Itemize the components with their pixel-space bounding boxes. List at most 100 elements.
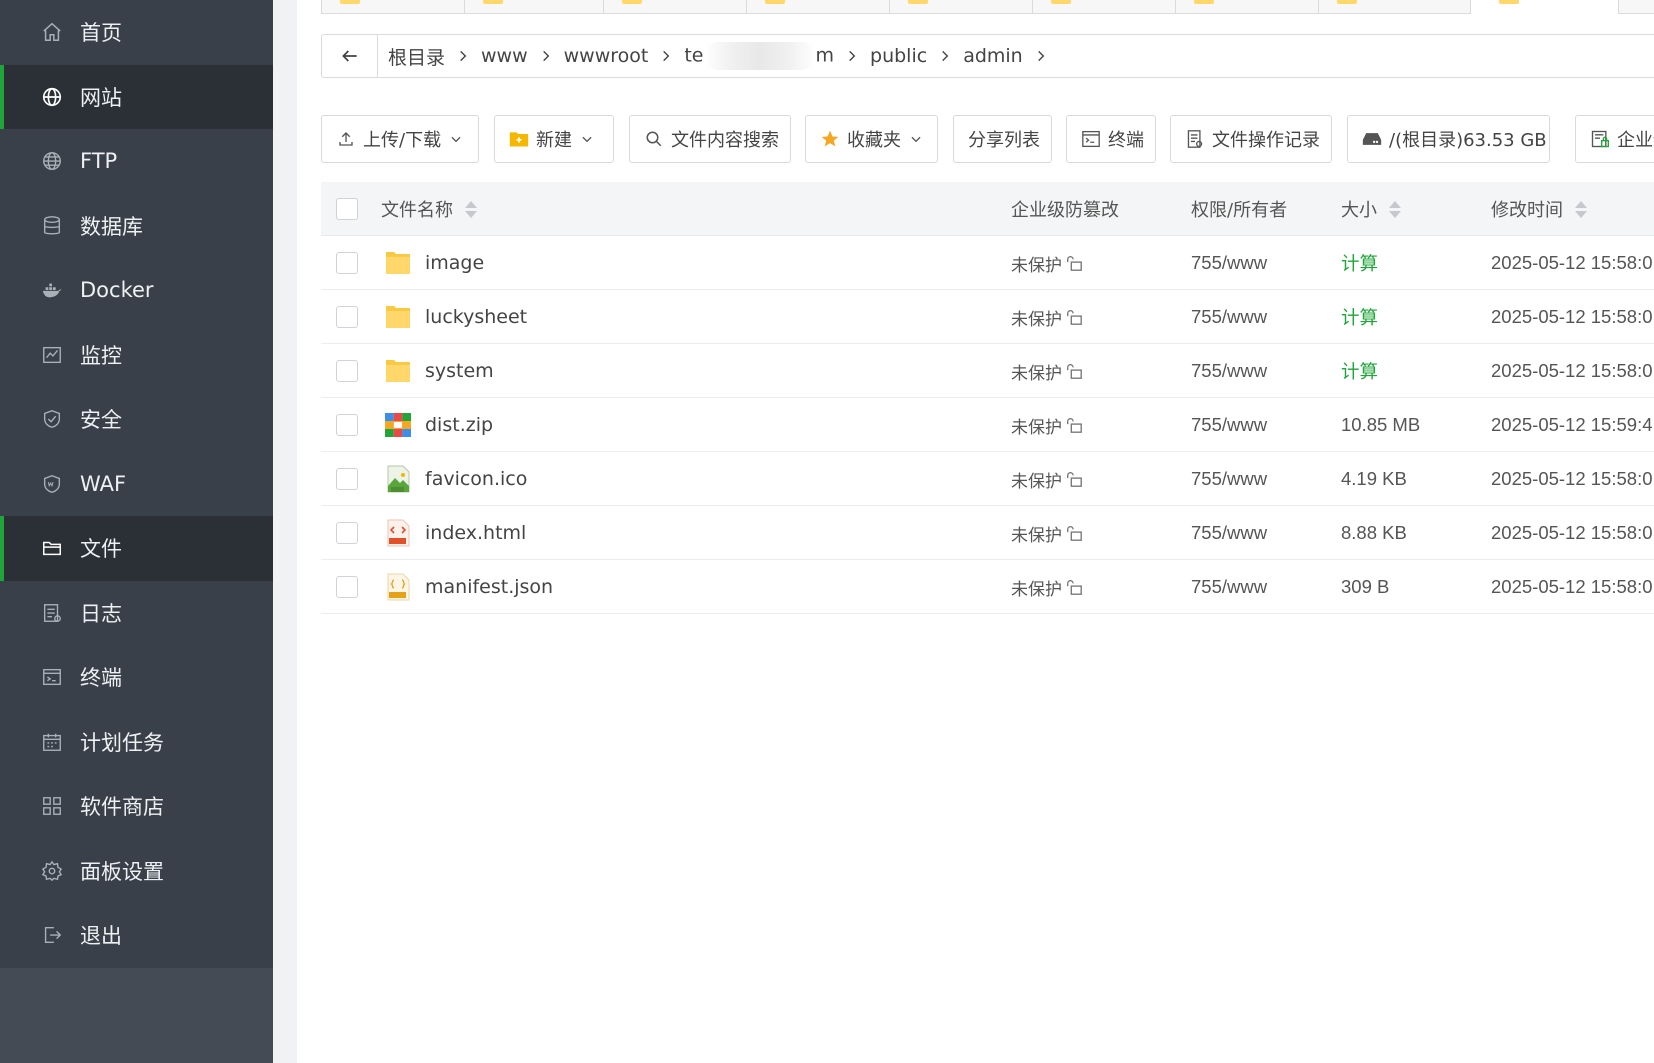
sort-icon[interactable] — [1389, 200, 1401, 218]
unlock-icon[interactable] — [1065, 308, 1083, 326]
column-mtime[interactable]: 修改时间 — [1491, 182, 1587, 236]
redacted-blur — [703, 42, 816, 70]
file-name[interactable]: image — [425, 236, 484, 290]
breadcrumb-site[interactable]: te m — [680, 42, 838, 70]
unlock-icon[interactable] — [1065, 578, 1083, 596]
sidebar-footer — [0, 968, 273, 1063]
sidebar-item-database[interactable]: 数据库 — [0, 194, 273, 259]
file-size: 10.85 MB — [1341, 414, 1421, 435]
upload-icon — [336, 129, 356, 149]
sidebar-item-store[interactable]: 软件商店 — [0, 774, 273, 839]
permission-owner[interactable]: 755/www — [1191, 522, 1267, 544]
path-tab[interactable] — [321, 0, 465, 14]
calculate-size-link[interactable]: 计算 — [1341, 250, 1378, 276]
zip-archive-icon — [385, 413, 411, 437]
path-tab[interactable] — [1318, 0, 1471, 14]
breadcrumb-public[interactable]: public — [866, 45, 931, 67]
table-row[interactable]: luckysheet 未保护 755/www 计算 2025-05-12 15:… — [321, 290, 1654, 344]
table-row[interactable]: favicon.ico 未保护 755/www 4.19 KB 2025-05-… — [321, 452, 1654, 506]
column-name[interactable]: 文件名称 — [381, 182, 477, 236]
sidebar-item-files[interactable]: 文件 — [0, 516, 273, 581]
file-name[interactable]: manifest.json — [425, 560, 553, 614]
operation-log-button[interactable]: 文件操作记录 — [1170, 115, 1332, 163]
unlock-icon[interactable] — [1065, 362, 1083, 380]
terminal-button[interactable]: 终端 — [1066, 115, 1156, 163]
breadcrumb-wwwroot[interactable]: wwwroot — [560, 45, 653, 67]
breadcrumb-root[interactable]: 根目录 — [384, 43, 449, 70]
path-tab[interactable] — [746, 0, 890, 14]
sidebar-item-home[interactable]: 首页 — [0, 0, 273, 65]
file-name[interactable]: luckysheet — [425, 290, 527, 344]
calculate-size-link[interactable]: 计算 — [1341, 358, 1378, 384]
sidebar-item-label: 软件商店 — [80, 795, 164, 820]
unlock-icon[interactable] — [1065, 470, 1083, 488]
permission-owner[interactable]: 755/www — [1191, 468, 1267, 490]
folder-icon — [340, 0, 360, 4]
permission-owner[interactable]: 755/www — [1191, 414, 1267, 436]
file-name[interactable]: index.html — [425, 506, 526, 560]
permission-owner[interactable]: 755/www — [1191, 306, 1267, 328]
select-all-checkbox[interactable] — [336, 198, 358, 220]
disk-button[interactable]: /(根目录)63.53 GB — [1347, 115, 1550, 163]
enterprise-button[interactable]: 企业级 — [1575, 115, 1654, 163]
column-size[interactable]: 大小 — [1341, 182, 1401, 236]
unlock-icon[interactable] — [1065, 254, 1083, 272]
row-checkbox[interactable] — [336, 360, 358, 382]
sidebar-item-terminal[interactable]: 终端 — [0, 645, 273, 710]
upload-download-button[interactable]: 上传/下载 — [321, 115, 479, 163]
path-tab[interactable] — [1618, 0, 1654, 14]
table-row[interactable]: index.html 未保护 755/www 8.88 KB 2025-05-1… — [321, 506, 1654, 560]
new-button[interactable]: 新建 — [494, 115, 614, 163]
folder-icon — [765, 0, 785, 4]
column-size-label: 大小 — [1341, 200, 1377, 221]
calculate-size-link[interactable]: 计算 — [1341, 304, 1378, 330]
path-tab[interactable] — [603, 0, 747, 14]
file-toolbar: 上传/下载 新建 文件内容搜索 收藏夹 分享列表 终端 文件操作记录 /(根目录… — [321, 115, 1654, 163]
terminal-icon — [1081, 129, 1101, 149]
permission-owner[interactable]: 755/www — [1191, 252, 1267, 274]
row-checkbox[interactable] — [336, 306, 358, 328]
file-name[interactable]: favicon.ico — [425, 452, 527, 506]
unlock-icon[interactable] — [1065, 524, 1083, 542]
sidebar-item-security[interactable]: 安全 — [0, 387, 273, 452]
path-tab[interactable] — [464, 0, 604, 14]
path-tab-active[interactable] — [1481, 0, 1621, 14]
permission-owner[interactable]: 755/www — [1191, 360, 1267, 382]
sidebar-item-waf[interactable]: WAF — [0, 452, 273, 517]
path-tab[interactable] — [1032, 0, 1176, 14]
sort-icon[interactable] — [465, 200, 477, 218]
sidebar-item-label: 监控 — [80, 343, 122, 368]
table-row[interactable]: dist.zip 未保护 755/www 10.85 MB 2025-05-12… — [321, 398, 1654, 452]
table-row[interactable]: system 未保护 755/www 计算 2025-05-12 15:58:0 — [321, 344, 1654, 398]
table-row[interactable]: manifest.json 未保护 755/www 309 B 2025-05-… — [321, 560, 1654, 614]
breadcrumb-www[interactable]: www — [477, 45, 532, 67]
file-name[interactable]: dist.zip — [425, 398, 493, 452]
sidebar-item-logs[interactable]: 日志 — [0, 581, 273, 646]
favorites-button[interactable]: 收藏夹 — [805, 115, 938, 163]
content-search-button[interactable]: 文件内容搜索 — [629, 115, 791, 163]
file-name[interactable]: system — [425, 344, 494, 398]
sort-icon[interactable] — [1575, 200, 1587, 218]
sidebar-item-website[interactable]: 网站 — [0, 64, 273, 129]
path-tab[interactable] — [889, 0, 1033, 14]
sidebar-item-monitor[interactable]: 监控 — [0, 323, 273, 388]
sidebar-item-settings[interactable]: 面板设置 — [0, 839, 273, 904]
row-checkbox[interactable] — [336, 468, 358, 490]
unlock-icon[interactable] — [1065, 416, 1083, 434]
share-list-button[interactable]: 分享列表 — [953, 115, 1052, 163]
row-checkbox[interactable] — [336, 252, 358, 274]
sidebar-item-docker[interactable]: Docker — [0, 258, 273, 323]
back-button[interactable] — [322, 35, 378, 77]
protect-status: 未保护 — [1011, 579, 1062, 600]
breadcrumb-admin[interactable]: admin — [959, 45, 1027, 67]
permission-owner[interactable]: 755/www — [1191, 576, 1267, 598]
sidebar-item-logout[interactable]: 退出 — [0, 903, 273, 968]
row-checkbox[interactable] — [336, 414, 358, 436]
row-checkbox[interactable] — [336, 522, 358, 544]
row-checkbox[interactable] — [336, 576, 358, 598]
path-tab[interactable] — [1175, 0, 1319, 14]
sidebar-item-label: 安全 — [80, 408, 122, 433]
sidebar-item-ftp[interactable]: FTP — [0, 129, 273, 194]
table-row[interactable]: image 未保护 755/www 计算 2025-05-12 15:58:0 — [321, 236, 1654, 290]
sidebar-item-cron[interactable]: 计划任务 — [0, 710, 273, 775]
